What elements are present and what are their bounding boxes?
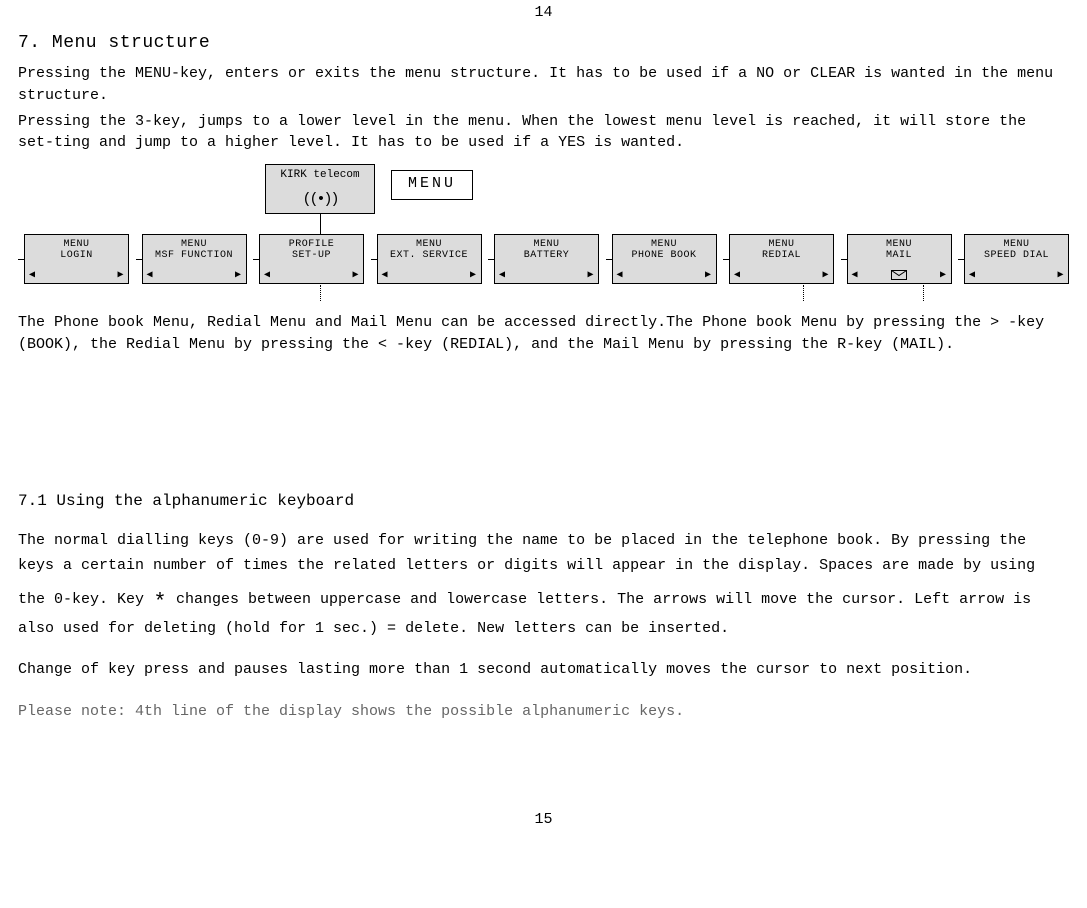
menu-box-battery: MENUBATTERY◀▶ bbox=[494, 234, 599, 284]
star-key-icon: * bbox=[153, 584, 167, 621]
intro-paragraph-2: Pressing the 3-key, jumps to a lower lev… bbox=[18, 111, 1069, 155]
right-arrow-icon: ▶ bbox=[470, 269, 477, 281]
signal-icon: ((•)) bbox=[270, 191, 370, 208]
menu-box-line1: MENU bbox=[1003, 239, 1029, 250]
menu-box-line2: PHONE BOOK bbox=[631, 250, 696, 261]
menu-box-nav: ◀▶ bbox=[499, 269, 594, 281]
section-7-1-paragraph-1: The normal dialling keys (0-9) are used … bbox=[18, 528, 1069, 642]
left-arrow-icon: ◀ bbox=[29, 269, 36, 281]
left-arrow-icon: ◀ bbox=[617, 269, 624, 281]
left-arrow-icon: ◀ bbox=[499, 269, 506, 281]
menu-box-line2: SPEED DIAL bbox=[984, 250, 1049, 261]
right-arrow-icon: ▶ bbox=[235, 269, 242, 281]
left-arrow-icon: ◀ bbox=[382, 269, 389, 281]
kirk-telecom-label: KIRK telecom bbox=[270, 169, 370, 181]
section-7-1-note: Please note: 4th line of the display sho… bbox=[18, 701, 1069, 723]
menu-box-nav: ◀▶ bbox=[382, 269, 477, 281]
menu-box-line1: PROFILE bbox=[289, 239, 335, 250]
menu-box-nav: ◀▶ bbox=[734, 269, 829, 281]
left-arrow-icon: ◀ bbox=[969, 269, 976, 281]
menu-box-redial: MENUREDIAL◀▶ bbox=[729, 234, 834, 284]
dotted-connector bbox=[803, 285, 804, 301]
right-arrow-icon: ▶ bbox=[117, 269, 124, 281]
menu-box-line1: MENU bbox=[63, 239, 89, 250]
menu-box-line1: MENU bbox=[651, 239, 677, 250]
connector-vertical bbox=[320, 214, 321, 234]
menu-box-phone-book: MENUPHONE BOOK◀▶ bbox=[612, 234, 717, 284]
section-title: 7. Menu structure bbox=[18, 33, 1069, 53]
menu-box-line2: MAIL bbox=[886, 250, 912, 261]
menu-box-ext-service: MENUEXT. SERVICE◀▶ bbox=[377, 234, 482, 284]
left-arrow-icon: ◀ bbox=[734, 269, 741, 281]
p71-text-b: changes between uppercase and lowercase … bbox=[18, 591, 1031, 637]
intro-paragraph-1: Pressing the MENU-key, enters or exits t… bbox=[18, 63, 1069, 107]
menu-box-line2: EXT. SERVICE bbox=[390, 250, 468, 261]
section-7-1-paragraph-2: Change of key press and pauses lasting m… bbox=[18, 657, 1069, 683]
menu-box-line1: MENU bbox=[181, 239, 207, 250]
menu-box-line1: MENU bbox=[533, 239, 559, 250]
right-arrow-icon: ▶ bbox=[587, 269, 594, 281]
menu-box-nav: ◀▶ bbox=[29, 269, 124, 281]
menu-box-nav: ◀▶ bbox=[969, 269, 1064, 281]
menu-box-line1: MENU bbox=[768, 239, 794, 250]
dotted-connector bbox=[320, 285, 321, 301]
menu-structure-diagram: KIRK telecom ((•)) MENU MENULOGIN◀▶MENUM… bbox=[18, 164, 1069, 304]
right-arrow-icon: ▶ bbox=[705, 269, 712, 281]
right-arrow-icon: ▶ bbox=[822, 269, 829, 281]
menu-box-line2: MSF FUNCTION bbox=[155, 250, 233, 261]
menu-box-nav: ◀▶ bbox=[147, 269, 242, 281]
menu-box-msf-function: MENUMSF FUNCTION◀▶ bbox=[142, 234, 247, 284]
post-diagram-paragraph: The Phone book Menu, Redial Menu and Mai… bbox=[18, 312, 1069, 356]
menu-box-line2: SET-UP bbox=[292, 250, 331, 261]
menu-box-line1: MENU bbox=[886, 239, 912, 250]
right-arrow-icon: ▶ bbox=[1057, 269, 1064, 281]
page-number-top: 14 bbox=[0, 0, 1087, 25]
menu-label-box: MENU bbox=[391, 170, 473, 200]
mail-icon bbox=[891, 270, 907, 280]
right-arrow-icon: ▶ bbox=[352, 269, 359, 281]
menu-box-nav: ◀▶ bbox=[852, 269, 947, 281]
menu-box-speed-dial: MENUSPEED DIAL◀▶ bbox=[964, 234, 1069, 284]
menu-box-line2: REDIAL bbox=[762, 250, 801, 261]
menu-box-nav: ◀▶ bbox=[264, 269, 359, 281]
menu-box-line1: MENU bbox=[416, 239, 442, 250]
menu-box-line2: BATTERY bbox=[524, 250, 570, 261]
dotted-connector bbox=[923, 285, 924, 301]
left-arrow-icon: ◀ bbox=[264, 269, 271, 281]
menu-box-set-up: PROFILESET-UP◀▶ bbox=[259, 234, 364, 284]
page-number-bottom: 15 bbox=[0, 807, 1087, 832]
left-arrow-icon: ◀ bbox=[852, 269, 859, 281]
menu-box-mail: MENUMAIL◀▶ bbox=[847, 234, 952, 284]
menu-box-line2: LOGIN bbox=[60, 250, 93, 261]
right-arrow-icon: ▶ bbox=[940, 269, 947, 281]
section-7-1-title: 7.1 Using the alphanumeric keyboard bbox=[18, 492, 1069, 510]
menu-row: MENULOGIN◀▶MENUMSF FUNCTION◀▶PROFILESET-… bbox=[18, 234, 1069, 284]
menu-box-nav: ◀▶ bbox=[617, 269, 712, 281]
kirk-telecom-box: KIRK telecom ((•)) bbox=[265, 164, 375, 214]
left-arrow-icon: ◀ bbox=[147, 269, 154, 281]
menu-box-login: MENULOGIN◀▶ bbox=[24, 234, 129, 284]
